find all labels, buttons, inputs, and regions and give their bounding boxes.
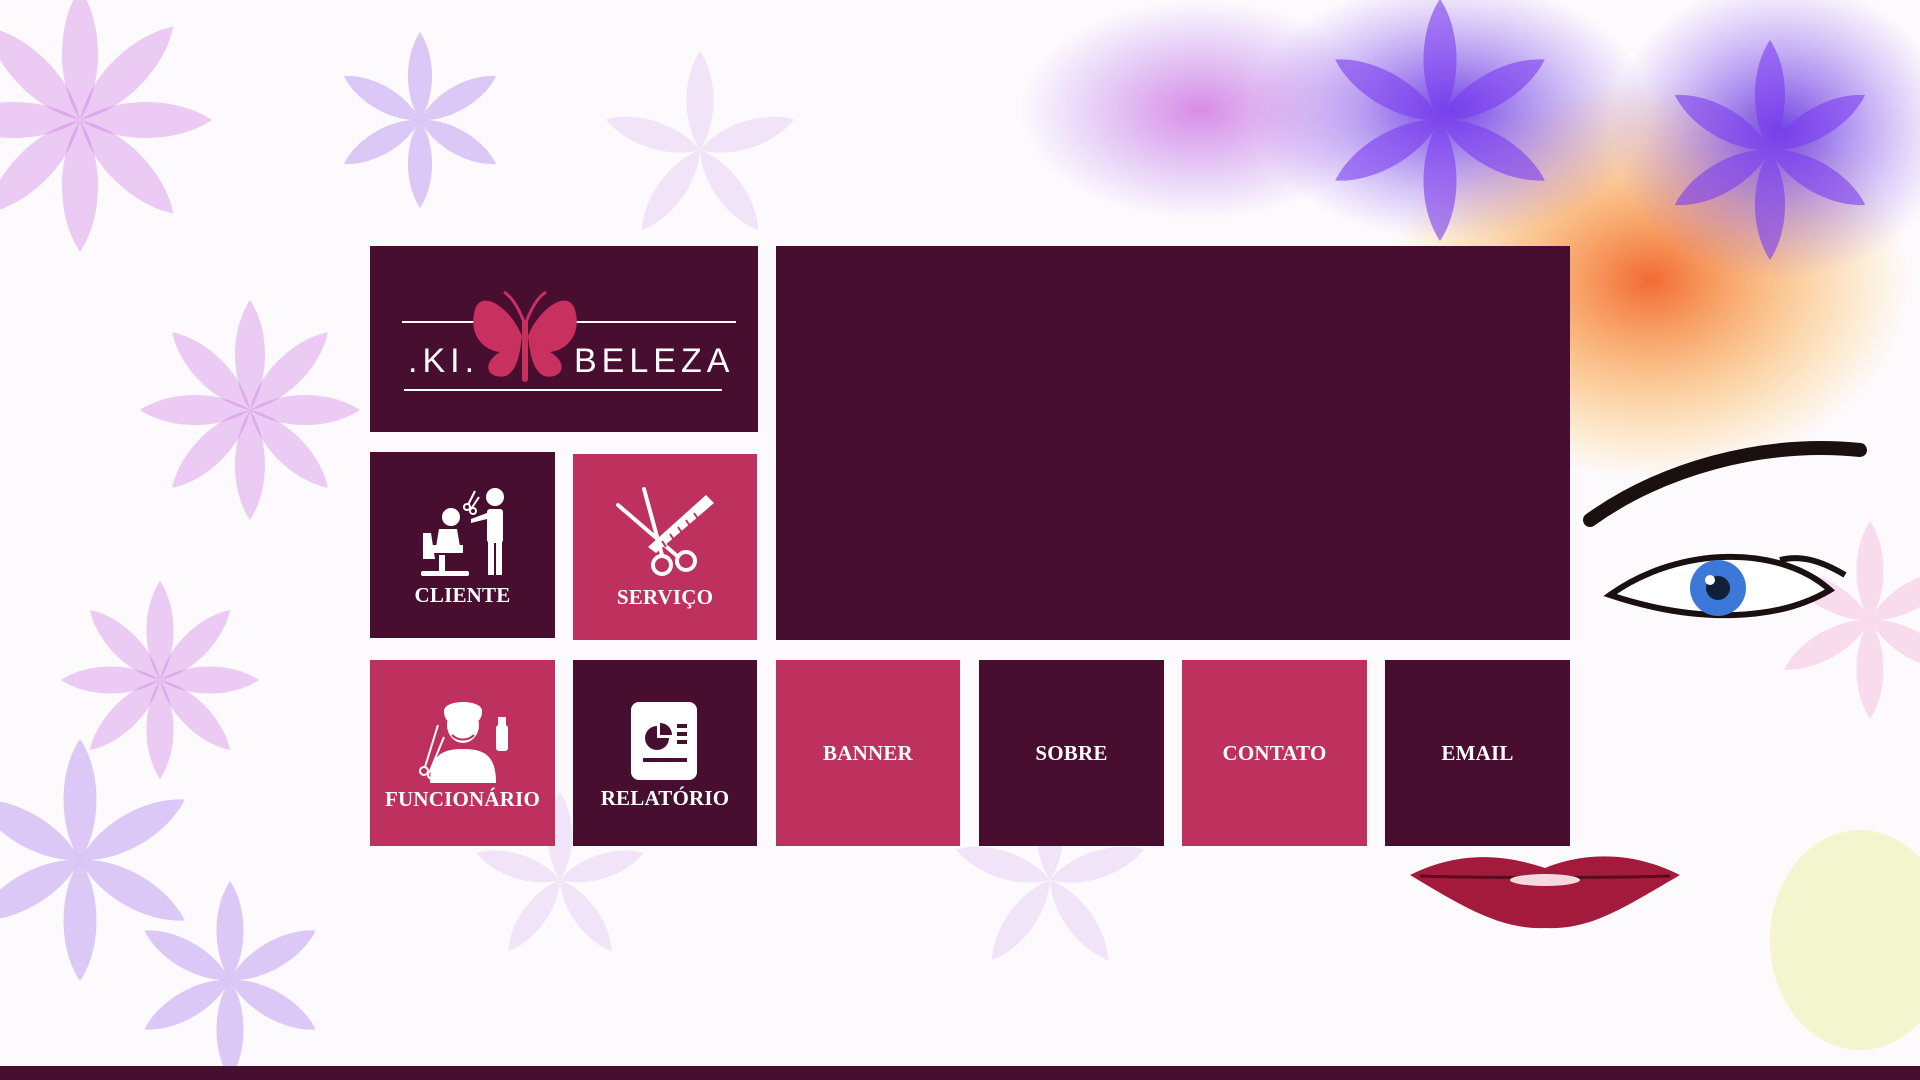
content-panel (776, 246, 1570, 640)
logo-left-text: .KI. (408, 342, 480, 380)
cliente-tile[interactable]: CLIENTE (370, 452, 555, 638)
contato-label: CONTATO (1222, 740, 1327, 765)
servico-tile[interactable]: SERVIÇO (573, 454, 757, 640)
servico-label: SERVIÇO (616, 584, 714, 609)
email-label: EMAIL (1441, 740, 1514, 765)
email-tile[interactable]: EMAIL (1385, 660, 1570, 846)
butterfly-icon (402, 290, 736, 391)
logo-right-text: BELEZA (574, 342, 735, 380)
barber-client-icon (420, 487, 504, 576)
sobre-tile[interactable]: SOBRE (979, 660, 1164, 846)
bottom-bar (0, 1066, 1920, 1080)
logo-tile: .KI. BELEZA (370, 246, 758, 432)
sobre-label: SOBRE (1035, 740, 1108, 765)
relatorio-tile[interactable]: RELATÓRIO (573, 660, 757, 846)
report-chart-icon (631, 701, 697, 780)
cliente-label: CLIENTE (414, 582, 511, 607)
funcionario-tile[interactable]: FUNCIONÁRIO (370, 660, 555, 846)
banner-label: BANNER (823, 740, 913, 765)
banner-tile[interactable]: BANNER (776, 660, 960, 846)
funcionario-label: FUNCIONÁRIO (384, 786, 541, 811)
contato-tile[interactable]: CONTATO (1182, 660, 1367, 846)
relatorio-label: RELATÓRIO (600, 785, 730, 810)
scissors-comb-icon (616, 486, 714, 576)
stylist-icon (418, 701, 508, 783)
